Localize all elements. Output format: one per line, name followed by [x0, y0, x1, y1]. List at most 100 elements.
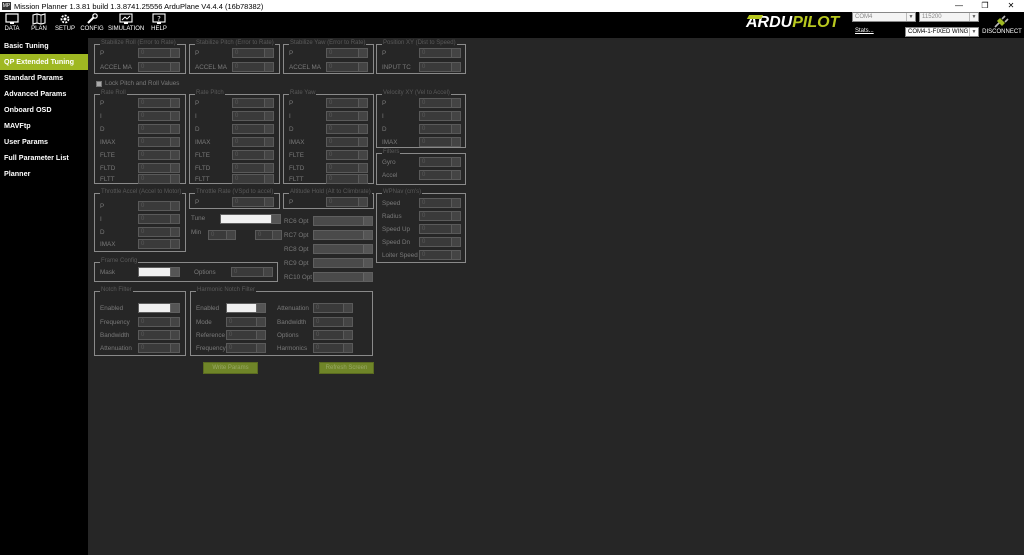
- wpnav-speed-dn-input[interactable]: 0: [419, 237, 461, 247]
- rate-pitch-fltd-input[interactable]: 0: [232, 163, 274, 173]
- tune-min-input[interactable]: 0: [208, 230, 236, 240]
- throttle-accel-imax-input[interactable]: 0: [138, 239, 180, 249]
- rate-roll-fltd-input[interactable]: 0: [138, 163, 180, 173]
- rate-pitch-p-input[interactable]: 0: [232, 98, 274, 108]
- rate-roll-fltt-input[interactable]: 0: [138, 174, 180, 184]
- velocity-xy-i-input[interactable]: 0: [419, 111, 461, 121]
- wpnav-radius-input[interactable]: 0: [419, 211, 461, 221]
- frame-mask-select[interactable]: [138, 267, 180, 277]
- toolbar-data-button[interactable]: DATA: [2, 13, 22, 37]
- rate-yaw-imax-input[interactable]: 0: [326, 137, 368, 147]
- throttle-accel-i-input[interactable]: 0: [138, 214, 180, 224]
- rc9-option-select[interactable]: [313, 258, 373, 268]
- lock-pitch-roll-checkbox[interactable]: [96, 81, 102, 87]
- stabilize-roll-accel-input[interactable]: 0: [138, 62, 180, 72]
- harmonic-options-input[interactable]: 0: [313, 330, 353, 340]
- minimize-button[interactable]: —: [946, 0, 972, 12]
- vehicle-select[interactable]: COM4-1-FIXED WING ▼: [905, 27, 979, 37]
- sidebar-item-advanced-params[interactable]: Advanced Params: [0, 86, 88, 102]
- rate-yaw-flte-input[interactable]: 0: [326, 150, 368, 160]
- notch-frequency-input[interactable]: 0: [138, 317, 180, 327]
- baud-rate-select[interactable]: 115200 ▼: [919, 12, 979, 22]
- rate-roll-i-input[interactable]: 0: [138, 111, 180, 121]
- sidebar-item-planner[interactable]: Planner: [0, 166, 88, 182]
- position-xy-input-tc-input[interactable]: 0: [419, 62, 461, 72]
- wrench-icon: [87, 13, 98, 24]
- disconnect-button[interactable]: DISCONNECT: [980, 14, 1024, 38]
- toolbar-config-button[interactable]: CONFIG: [80, 13, 104, 37]
- rate-pitch-d-input[interactable]: 0: [232, 124, 274, 134]
- rate-yaw-fltd-input[interactable]: 0: [326, 163, 368, 173]
- svg-text:?: ?: [157, 15, 161, 23]
- stabilize-pitch-accel-input[interactable]: 0: [232, 62, 274, 72]
- throttle-rate-p-input[interactable]: 0: [232, 197, 274, 207]
- sidebar: Basic Tuning QP Extended Tuning Standard…: [0, 38, 88, 555]
- min-label: Min: [191, 229, 202, 236]
- sidebar-item-full-parameter-list[interactable]: Full Parameter List: [0, 150, 88, 166]
- write-params-button[interactable]: Write Params: [203, 362, 258, 374]
- sidebar-item-basic-tuning[interactable]: Basic Tuning: [0, 38, 88, 54]
- rate-pitch-fltt-input[interactable]: 0: [232, 174, 274, 184]
- rate-roll-d-input[interactable]: 0: [138, 124, 180, 134]
- harmonic-harmonics-input[interactable]: 0: [313, 343, 353, 353]
- rate-yaw-p-input[interactable]: 0: [326, 98, 368, 108]
- sidebar-item-qp-extended-tuning[interactable]: QP Extended Tuning: [0, 54, 88, 70]
- harmonic-notch-group: Harmonic Notch Filter Enabled Mode 0 Refe…: [190, 287, 373, 356]
- throttle-accel-group: Throttle Accel (Accel to Motor) P0 I0 D0…: [94, 189, 186, 252]
- wpnav-loiter-speed-input[interactable]: 0: [419, 250, 461, 260]
- harmonic-frequency-input[interactable]: 0: [226, 343, 266, 353]
- rate-yaw-fltt-input[interactable]: 0: [326, 174, 368, 184]
- stabilize-yaw-accel-input[interactable]: 0: [326, 62, 368, 72]
- toolbar-plan-button[interactable]: PLAN: [28, 13, 50, 37]
- rate-roll-imax-input[interactable]: 0: [138, 137, 180, 147]
- toolbar-simulation-button[interactable]: SIMULATION: [108, 13, 144, 37]
- rate-yaw-i-input[interactable]: 0: [326, 111, 368, 121]
- wpnav-speed-input[interactable]: 0: [419, 198, 461, 208]
- tune-select[interactable]: [220, 214, 281, 224]
- rate-pitch-imax-input[interactable]: 0: [232, 137, 274, 147]
- notch-attenuation-input[interactable]: 0: [138, 343, 180, 353]
- position-xy-p-input[interactable]: 0: [419, 48, 461, 58]
- velocity-xy-d-input[interactable]: 0: [419, 124, 461, 134]
- velocity-xy-imax-input[interactable]: 0: [419, 137, 461, 147]
- sidebar-item-user-params[interactable]: User Params: [0, 134, 88, 150]
- rate-pitch-flte-input[interactable]: 0: [232, 150, 274, 160]
- sidebar-item-onboard-osd[interactable]: Onboard OSD: [0, 102, 88, 118]
- rate-roll-flte-input[interactable]: 0: [138, 150, 180, 160]
- toolbar-help-button[interactable]: ? HELP: [148, 13, 170, 37]
- rc7-option-select[interactable]: [313, 230, 373, 240]
- com-port-select[interactable]: COM4 ▼: [852, 12, 916, 22]
- refresh-screen-button[interactable]: Refresh Screen: [319, 362, 374, 374]
- velocity-xy-p-input[interactable]: 0: [419, 98, 461, 108]
- wpnav-speed-up-input[interactable]: 0: [419, 224, 461, 234]
- filters-accel-input[interactable]: 0: [419, 170, 461, 180]
- harmonic-mode-input[interactable]: 0: [226, 317, 266, 327]
- harmonic-attenuation-input[interactable]: 0: [313, 303, 353, 313]
- rc6-option-select[interactable]: [313, 216, 373, 226]
- rc8-option-select[interactable]: [313, 244, 373, 254]
- stats-link[interactable]: Stats...: [855, 28, 874, 34]
- altitude-hold-p-input[interactable]: 0: [326, 197, 368, 207]
- sidebar-item-standard-params[interactable]: Standard Params: [0, 70, 88, 86]
- frame-options-input[interactable]: 0: [231, 267, 273, 277]
- stabilize-yaw-p-input[interactable]: 0: [326, 48, 368, 58]
- rate-yaw-d-input[interactable]: 0: [326, 124, 368, 134]
- notch-enabled-select[interactable]: [138, 303, 180, 313]
- harmonic-enabled-select[interactable]: [226, 303, 266, 313]
- sidebar-item-mavftp[interactable]: MAVFtp: [0, 118, 88, 134]
- rc10-option-select[interactable]: [313, 272, 373, 282]
- throttle-accel-d-input[interactable]: 0: [138, 227, 180, 237]
- close-button[interactable]: ✕: [998, 0, 1024, 12]
- stabilize-pitch-p-input[interactable]: 0: [232, 48, 274, 58]
- notch-bandwidth-input[interactable]: 0: [138, 330, 180, 340]
- tune-max-input[interactable]: 0: [255, 230, 282, 240]
- throttle-accel-p-input[interactable]: 0: [138, 201, 180, 211]
- filters-gyro-input[interactable]: 0: [419, 157, 461, 167]
- stabilize-roll-p-input[interactable]: 0: [138, 48, 180, 58]
- maximize-button[interactable]: ❐: [972, 0, 998, 12]
- rate-pitch-i-input[interactable]: 0: [232, 111, 274, 121]
- toolbar-setup-button[interactable]: SETUP: [54, 13, 76, 37]
- harmonic-bandwidth-input[interactable]: 0: [313, 317, 353, 327]
- harmonic-reference-input[interactable]: 0: [226, 330, 266, 340]
- rate-roll-p-input[interactable]: 0: [138, 98, 180, 108]
